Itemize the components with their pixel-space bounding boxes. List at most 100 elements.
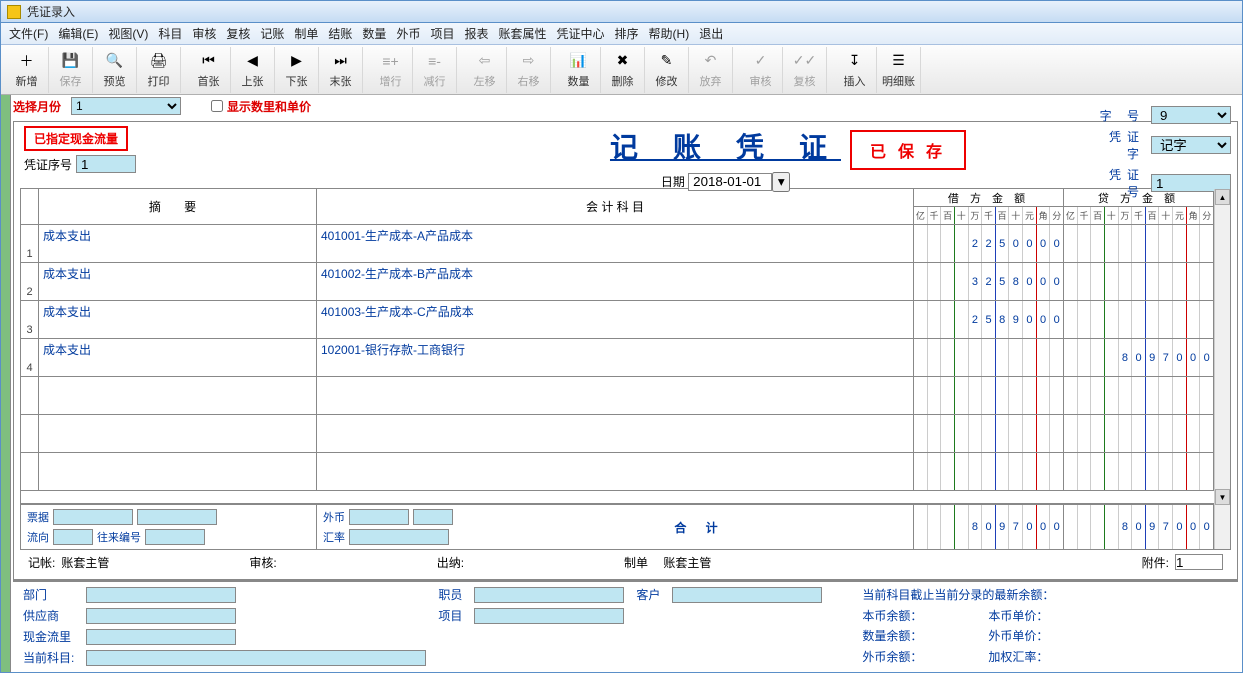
seq-label: 凭证序号: [24, 156, 72, 173]
bill-input[interactable]: [53, 509, 133, 525]
app-icon: [7, 5, 21, 19]
rate-input[interactable]: [349, 529, 449, 545]
date-input[interactable]: [688, 173, 772, 191]
保存-icon: 💾: [61, 51, 81, 71]
seq-input[interactable]: [76, 155, 136, 173]
table-row[interactable]: [21, 377, 1214, 415]
date-dropdown-button[interactable]: ▾: [772, 172, 790, 192]
增行-icon: ≡+: [381, 51, 401, 71]
toolbar-左移: ⇦左移: [463, 47, 507, 93]
menu-item[interactable]: 项目: [430, 25, 454, 42]
cashflow-indicator: 已指定现金流量: [24, 126, 128, 151]
首张-icon: ⏮: [199, 51, 219, 71]
fx-input[interactable]: [349, 509, 409, 525]
toolbar-数量[interactable]: 📊数量: [557, 47, 601, 93]
total-label: 合 计: [487, 505, 913, 549]
cashflow-input[interactable]: [86, 629, 236, 645]
cur-acct-input[interactable]: [86, 650, 426, 666]
审核-icon: ✓: [751, 51, 771, 71]
toolbar-右移: ⇨右移: [507, 47, 551, 93]
scroll-down-button[interactable]: ▼: [1215, 489, 1230, 505]
side-strip: [1, 95, 11, 672]
复核-icon: ✓✓: [795, 51, 815, 71]
fx-input-2[interactable]: [413, 509, 453, 525]
menu-item[interactable]: 报表: [464, 25, 488, 42]
toolbar-放弃: ↶放弃: [689, 47, 733, 93]
menu-item[interactable]: 文件(F): [9, 25, 48, 42]
show-qty-checkbox[interactable]: 显示数里和单价: [211, 98, 311, 115]
新增-icon: ＋: [17, 51, 37, 71]
table-row[interactable]: 4成本支出102001-银行存款-工商银行8097000: [21, 339, 1214, 377]
toolbar: ＋新增💾保存🔍预览🖨打印⏮首张◀上张▶下张⏭末张≡+增行≡-减行⇦左移⇨右移📊数…: [1, 45, 1242, 95]
titlebar: 凭证录入: [1, 1, 1242, 23]
toolbar-新增[interactable]: ＋新增: [5, 47, 49, 93]
toolbar-增行: ≡+增行: [369, 47, 413, 93]
末张-icon: ⏭: [331, 51, 351, 71]
menu-item[interactable]: 科目: [158, 25, 182, 42]
cust-input[interactable]: [672, 587, 822, 603]
toolbar-首张[interactable]: ⏮首张: [187, 47, 231, 93]
修改-icon: ✎: [657, 51, 677, 71]
toolbar-明细账[interactable]: ☰明细账: [877, 47, 921, 93]
menu-item[interactable]: 制单: [294, 25, 318, 42]
toolbar-下张[interactable]: ▶下张: [275, 47, 319, 93]
table-row[interactable]: 3成本支出401003-生产成本-C产品成本2589000: [21, 301, 1214, 339]
menu-item[interactable]: 视图(V): [108, 25, 148, 42]
table-row[interactable]: 2成本支出401002-生产成本-B产品成本3258000: [21, 263, 1214, 301]
toolbar-插入[interactable]: ↧插入: [833, 47, 877, 93]
右移-icon: ⇨: [519, 51, 539, 71]
减行-icon: ≡-: [425, 51, 445, 71]
toolbar-末张[interactable]: ⏭末张: [319, 47, 363, 93]
menu-item[interactable]: 账套属性: [498, 25, 546, 42]
toolbar-上张[interactable]: ◀上张: [231, 47, 275, 93]
word-select[interactable]: 记字: [1151, 136, 1231, 154]
staff-input[interactable]: [474, 587, 624, 603]
num-select[interactable]: 9: [1151, 106, 1231, 124]
menu-item[interactable]: 结账: [328, 25, 352, 42]
明细账-icon: ☰: [889, 51, 909, 71]
supplier-input[interactable]: [86, 608, 236, 624]
上张-icon: ◀: [243, 51, 263, 71]
table-row[interactable]: [21, 453, 1214, 491]
toolbar-审核: ✓审核: [739, 47, 783, 93]
左移-icon: ⇦: [475, 51, 495, 71]
table-row[interactable]: 1成本支出401001-生产成本-A产品成本2250000: [21, 225, 1214, 263]
peer-input[interactable]: [145, 529, 205, 545]
toolbar-减行: ≡-减行: [413, 47, 457, 93]
menu-item[interactable]: 退出: [699, 25, 723, 42]
toolbar-预览[interactable]: 🔍预览: [93, 47, 137, 93]
month-select[interactable]: 1: [71, 97, 181, 115]
scrollbar[interactable]: ▲ ▼: [1214, 189, 1230, 549]
插入-icon: ↧: [845, 51, 865, 71]
打印-icon: 🖨: [149, 51, 169, 71]
预览-icon: 🔍: [105, 51, 125, 71]
dept-input[interactable]: [86, 587, 236, 603]
删除-icon: ✖: [613, 51, 633, 71]
bill-input-2[interactable]: [137, 509, 217, 525]
放弃-icon: ↶: [701, 51, 721, 71]
table-row[interactable]: [21, 415, 1214, 453]
toolbar-修改[interactable]: ✎修改: [645, 47, 689, 93]
num-label: 字 号: [1095, 107, 1145, 124]
col-summary: 摘 要: [39, 189, 317, 224]
vno-label: 凭证号: [1095, 166, 1145, 200]
menu-item[interactable]: 数量: [362, 25, 386, 42]
menu-item[interactable]: 排序: [615, 25, 639, 42]
menu-item[interactable]: 审核: [192, 25, 216, 42]
下张-icon: ▶: [287, 51, 307, 71]
date-label: 日期: [661, 175, 685, 189]
menu-item[interactable]: 凭证中心: [557, 25, 605, 42]
toolbar-打印[interactable]: 🖨打印: [137, 47, 181, 93]
menu-item[interactable]: 帮助(H): [649, 25, 690, 42]
toolbar-删除[interactable]: ✖删除: [601, 47, 645, 93]
menu-item[interactable]: 编辑(E): [58, 25, 98, 42]
attach-input[interactable]: [1175, 554, 1223, 570]
month-label: 选择月份: [13, 98, 61, 115]
menu-item[interactable]: 外币: [396, 25, 420, 42]
scroll-up-button[interactable]: ▲: [1215, 189, 1230, 205]
menu-item[interactable]: 复核: [226, 25, 250, 42]
project-input[interactable]: [474, 608, 624, 624]
word-label: 凭证字: [1095, 128, 1145, 162]
flow-input[interactable]: [53, 529, 93, 545]
menu-item[interactable]: 记账: [260, 25, 284, 42]
